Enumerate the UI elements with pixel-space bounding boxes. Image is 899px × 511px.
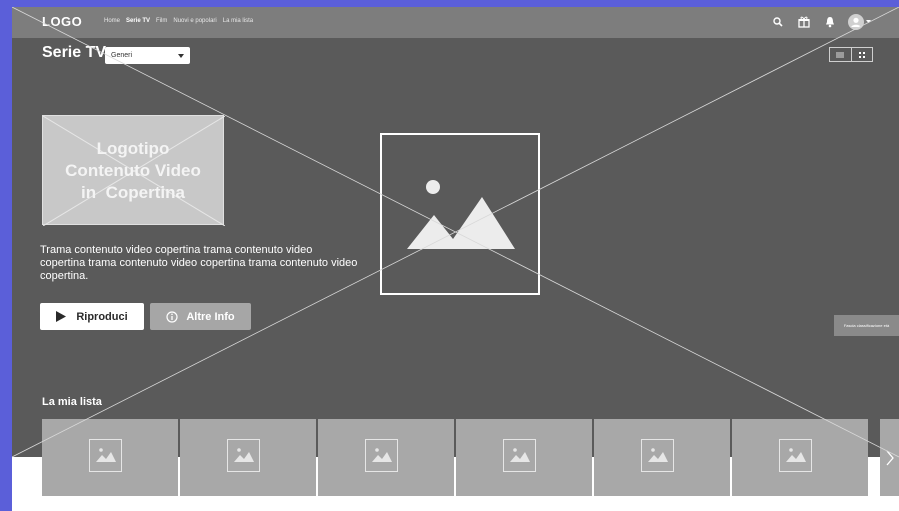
list-item[interactable] — [594, 419, 730, 496]
view-toggle — [829, 47, 873, 62]
top-navigation-bar: LOGO Home Serie TV Film Nuovi e popolari… — [12, 7, 899, 38]
info-icon — [166, 310, 178, 323]
age-rating-tag: Fascia classificazione età — [834, 315, 899, 336]
next-arrow-button[interactable] — [880, 419, 899, 496]
image-icon — [503, 439, 536, 472]
row-title: La mia lista — [42, 396, 102, 408]
image-icon — [227, 439, 260, 472]
nav-home[interactable]: Home — [104, 18, 120, 24]
cover-plot: Trama contenuto video copertina trama co… — [40, 244, 358, 282]
list-item[interactable] — [180, 419, 316, 496]
play-icon — [56, 311, 67, 322]
logo[interactable]: LOGO — [42, 14, 82, 29]
grid-view-icon[interactable] — [850, 48, 873, 61]
genre-dropdown[interactable]: Generi — [105, 47, 190, 64]
cover-image-placeholder — [380, 133, 540, 295]
image-icon — [641, 439, 674, 472]
profile-menu[interactable] — [848, 14, 871, 30]
nav-film[interactable]: Film — [156, 18, 167, 24]
gift-icon[interactable] — [796, 13, 812, 31]
age-rating-label: Fascia classificazione età — [843, 323, 890, 328]
nav-la-mia-lista[interactable]: La mia lista — [223, 18, 253, 24]
image-icon — [779, 439, 812, 472]
genre-dropdown-label: Generi — [111, 52, 133, 59]
image-icon — [407, 180, 515, 249]
topbar-actions — [770, 13, 871, 31]
nav-serie-tv[interactable]: Serie TV — [126, 18, 150, 24]
image-icon — [365, 439, 398, 472]
list-item[interactable] — [318, 419, 454, 496]
list-item[interactable] — [42, 419, 178, 496]
nav-nuovi-e-popolari[interactable]: Nuovi e popolari — [173, 18, 216, 24]
caret-down-icon — [866, 20, 871, 23]
chevron-down-icon — [178, 53, 184, 58]
cover-logo-line-2: Contenuto Video — [65, 161, 201, 180]
more-info-button[interactable]: Altre Info — [150, 303, 251, 330]
play-button[interactable]: Riproduci — [40, 303, 144, 330]
avatar-icon — [848, 14, 864, 30]
play-button-label: Riproduci — [76, 310, 128, 323]
cover-logo-line-1: Logotipo — [96, 139, 170, 158]
chevron-right-icon — [886, 450, 894, 465]
image-icon — [89, 439, 122, 472]
cover-logo-placeholder: Logotipo Contenuto Video in Copertina — [42, 115, 225, 226]
bell-icon[interactable] — [822, 13, 838, 31]
more-info-button-label: Altre Info — [186, 310, 235, 323]
app-frame: LOGO Home Serie TV Film Nuovi e popolari… — [12, 7, 899, 511]
list-item[interactable] — [456, 419, 592, 496]
list-item[interactable] — [732, 419, 868, 496]
search-icon[interactable] — [770, 13, 786, 31]
main-nav: Home Serie TV Film Nuovi e popolari La m… — [104, 18, 253, 24]
page-title: Serie TV — [42, 44, 107, 61]
my-list-row — [42, 419, 868, 496]
cover-logo-line-3: in Copertina — [81, 183, 185, 202]
list-view-icon[interactable] — [830, 48, 851, 61]
